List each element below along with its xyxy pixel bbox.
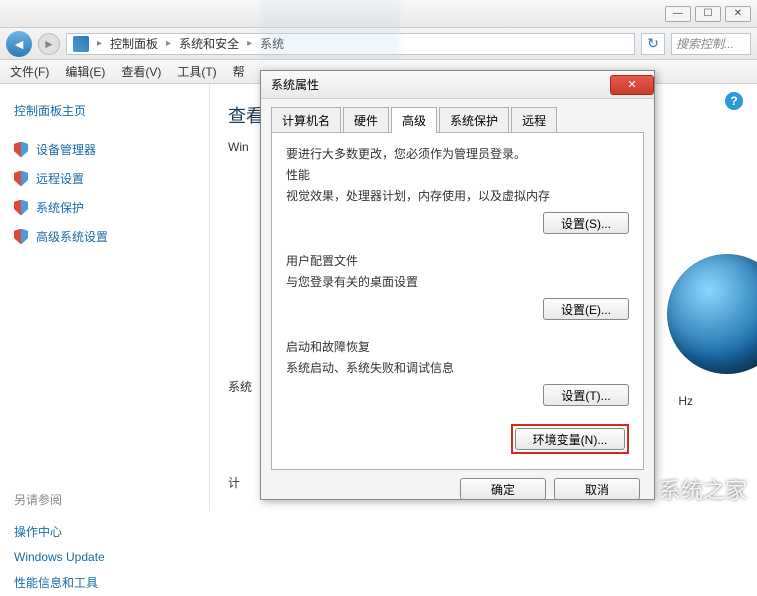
menu-edit[interactable]: 编辑(E) [65, 63, 105, 80]
startup-desc: 系统启动、系统失败和调试信息 [286, 359, 629, 376]
system-properties-dialog: 系统属性 ✕ 计算机名 硬件 高级 系统保护 远程 要进行大多数更改，您必须作为… [260, 70, 655, 500]
watermark: 系统之家 [659, 473, 747, 505]
menu-help[interactable]: 帮 [233, 63, 245, 80]
tab-hardware[interactable]: 硬件 [343, 107, 389, 133]
back-button[interactable]: ◄ [6, 31, 32, 57]
breadcrumb-seg[interactable]: 系统和安全 [179, 35, 239, 52]
performance-label: 性能 [286, 166, 629, 183]
menu-file[interactable]: 文件(F) [10, 63, 49, 80]
dialog-titlebar: 系统属性 ✕ [261, 71, 654, 99]
shield-icon [14, 142, 28, 158]
hz-label: Hz [678, 394, 693, 408]
control-panel-icon [73, 36, 89, 52]
dialog-close-button[interactable]: ✕ [610, 75, 654, 95]
profiles-settings-button[interactable]: 设置(E)... [543, 298, 629, 320]
admin-note: 要进行大多数更改，您必须作为管理员登录。 [286, 145, 629, 162]
content-text: 计 [228, 474, 240, 491]
profiles-label: 用户配置文件 [286, 252, 629, 269]
tab-remote[interactable]: 远程 [511, 107, 557, 133]
chevron-right-icon: ▸ [247, 38, 252, 49]
menu-tools[interactable]: 工具(T) [177, 63, 216, 80]
breadcrumb-seg[interactable]: 控制面板 [110, 35, 158, 52]
environment-variables-button[interactable]: 环境变量(N)... [515, 428, 625, 450]
sidebar-item-device-manager[interactable]: 设备管理器 [14, 135, 195, 164]
menu-view[interactable]: 查看(V) [121, 63, 161, 80]
dialog-title: 系统属性 [271, 76, 319, 93]
refresh-button[interactable]: ↻ [641, 33, 665, 55]
tab-advanced[interactable]: 高级 [391, 107, 437, 133]
performance-desc: 视觉效果，处理器计划，内存使用，以及虚拟内存 [286, 187, 629, 204]
help-icon[interactable]: ? [725, 92, 743, 110]
shield-icon [14, 229, 28, 245]
minimize-button[interactable]: — [665, 6, 691, 22]
tab-panel-advanced: 要进行大多数更改，您必须作为管理员登录。 性能 视觉效果，处理器计划，内存使用，… [271, 132, 644, 470]
profiles-desc: 与您登录有关的桌面设置 [286, 273, 629, 290]
chevron-right-icon: ▸ [166, 38, 171, 49]
performance-settings-button[interactable]: 设置(S)... [543, 212, 629, 234]
sidebar-home-link[interactable]: 控制面板主页 [14, 102, 195, 119]
link-performance[interactable]: 性能信息和工具 [14, 569, 195, 596]
cancel-button[interactable]: 取消 [554, 478, 640, 500]
startup-settings-button[interactable]: 设置(T)... [543, 384, 629, 406]
ok-button[interactable]: 确定 [460, 478, 546, 500]
sidebar: 控制面板主页 设备管理器 远程设置 系统保护 高级系统设置 另请参阅 操作中心 … [0, 84, 210, 511]
close-window-button[interactable]: ✕ [725, 6, 751, 22]
tab-system-protection[interactable]: 系统保护 [439, 107, 509, 133]
link-action-center[interactable]: 操作中心 [14, 518, 195, 545]
shield-icon [14, 200, 28, 216]
maximize-button[interactable]: ☐ [695, 6, 721, 22]
forward-button: ► [38, 33, 60, 55]
shield-icon [14, 171, 28, 187]
sidebar-item-remote[interactable]: 远程设置 [14, 164, 195, 193]
see-also-heading: 另请参阅 [14, 491, 195, 508]
tab-computer-name[interactable]: 计算机名 [271, 107, 341, 133]
dialog-tabs: 计算机名 硬件 高级 系统保护 远程 [261, 99, 654, 133]
link-windows-update[interactable]: Windows Update [14, 545, 195, 569]
sidebar-item-advanced[interactable]: 高级系统设置 [14, 222, 195, 251]
chevron-right-icon: ▸ [97, 38, 102, 49]
content-text: 系统 [228, 378, 252, 395]
startup-label: 启动和故障恢复 [286, 338, 629, 355]
windows-orb-icon [667, 254, 757, 374]
search-input[interactable]: 搜索控制... [671, 33, 751, 55]
sidebar-item-protection[interactable]: 系统保护 [14, 193, 195, 222]
